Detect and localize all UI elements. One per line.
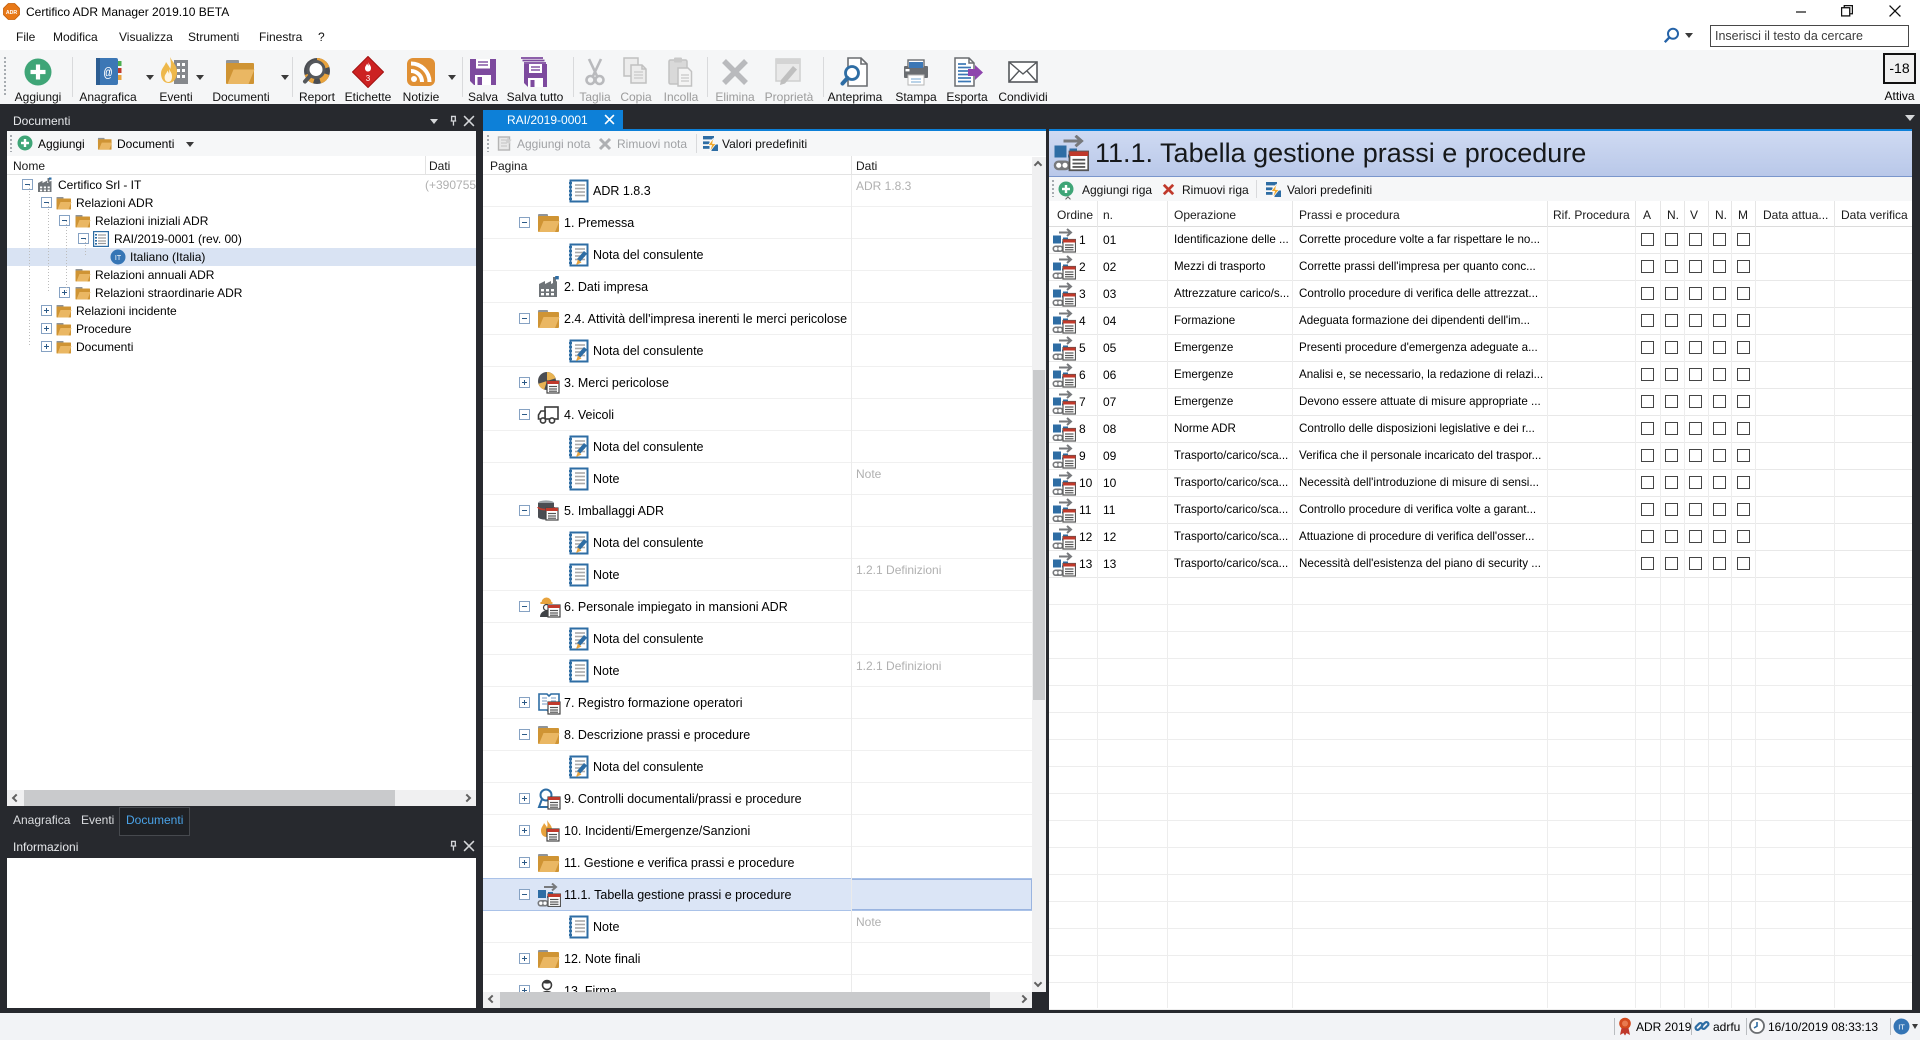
svg-text:ADR: ADR — [6, 10, 17, 16]
svg-text:IT: IT — [1898, 1023, 1905, 1032]
svg-text:IT: IT — [115, 255, 122, 262]
svg-text:3: 3 — [366, 74, 371, 83]
svg-text:@: @ — [104, 66, 113, 82]
